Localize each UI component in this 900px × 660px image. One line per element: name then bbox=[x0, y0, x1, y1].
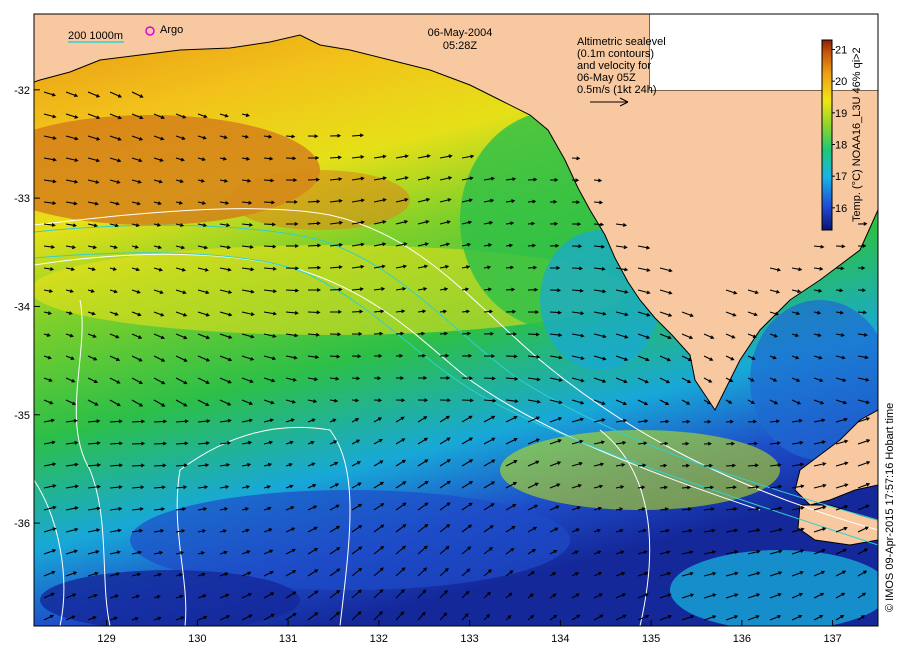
sst-map-figure: 06-May-2004 05:28Z 200 1000m Argo Altime… bbox=[14, 13, 896, 645]
colorbar-tick-label: 19 bbox=[835, 108, 847, 120]
y-tick-label: -35 bbox=[14, 410, 30, 422]
colorbar-label: Temp. (°C) NOAA16_L3U 46% qi>2 bbox=[851, 47, 863, 222]
colorbar-tick-label: 17 bbox=[835, 171, 847, 183]
annotation-line: (0.1m contours) bbox=[577, 48, 654, 60]
annotation-line: 0.5m/s (1kt 24h) bbox=[577, 84, 656, 96]
y-tick-label: -32 bbox=[14, 85, 30, 97]
cold-water-patch bbox=[670, 550, 878, 626]
x-tick-label: 129 bbox=[97, 633, 115, 645]
colorbar-tick-label: 18 bbox=[835, 140, 847, 152]
annotation-line: 06-May 05Z bbox=[577, 72, 636, 84]
isobath-legend-label: 200 1000m bbox=[68, 30, 123, 42]
x-tick-label: 132 bbox=[370, 633, 388, 645]
colorbar-tick-label: 21 bbox=[835, 45, 847, 57]
y-tick-label: -34 bbox=[14, 301, 30, 313]
colorbar-tick-label: 20 bbox=[835, 76, 847, 88]
colorbar-gradient bbox=[821, 39, 833, 231]
map-time: 05:28Z bbox=[443, 40, 478, 52]
x-tick-label: 137 bbox=[823, 633, 841, 645]
map-plot-area bbox=[34, 14, 878, 626]
colorbar-tick-label: 16 bbox=[835, 203, 847, 215]
x-tick-label: 131 bbox=[279, 633, 297, 645]
y-tick-label: -33 bbox=[14, 193, 30, 205]
imos-credit: © IMOS 09-Apr-2015 17:57:16 Hobart time bbox=[884, 403, 896, 612]
y-tick-label: -36 bbox=[14, 518, 30, 530]
annotation-line: and velocity for bbox=[577, 60, 651, 72]
x-tick-label: 136 bbox=[733, 633, 751, 645]
x-tick-label: 130 bbox=[188, 633, 206, 645]
x-tick-label: 133 bbox=[460, 633, 478, 645]
x-tick-label: 135 bbox=[642, 633, 660, 645]
cold-water-patch bbox=[40, 570, 300, 626]
map-date: 06-May-2004 bbox=[428, 27, 493, 39]
argo-legend-label: Argo bbox=[160, 24, 183, 36]
x-tick-label: 134 bbox=[551, 633, 569, 645]
annotation-line: Altimetric sealevel bbox=[577, 36, 666, 48]
